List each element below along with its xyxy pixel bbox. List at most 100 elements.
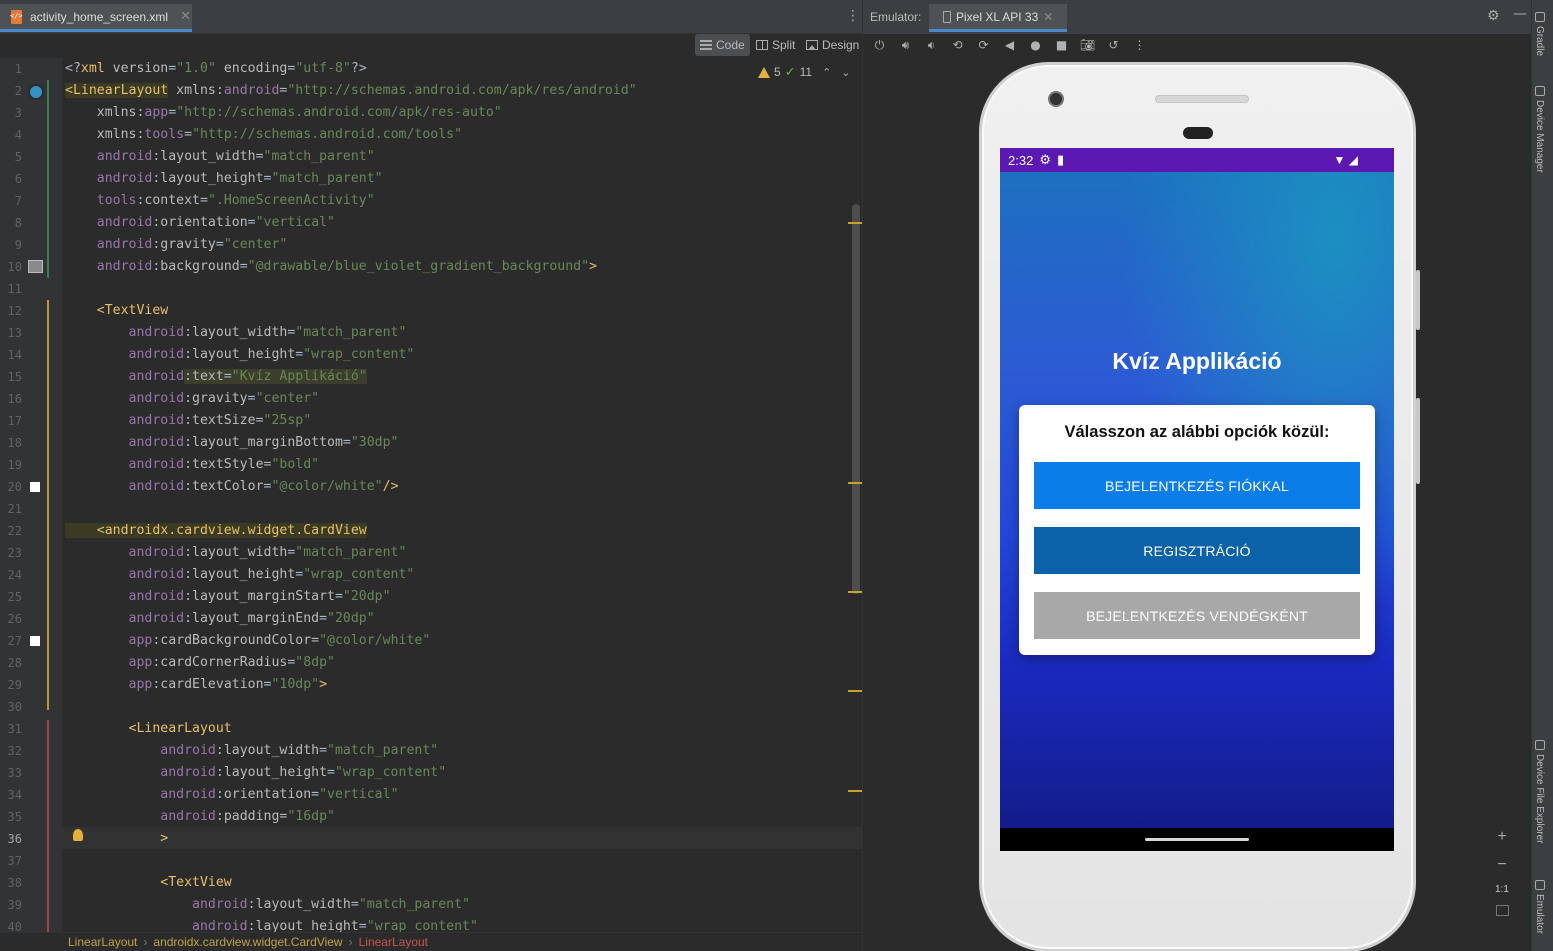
code-token: > bbox=[589, 259, 598, 274]
screenshot-icon[interactable]: 📷︎ bbox=[1079, 38, 1096, 52]
code-line: android:orientation="vertical" bbox=[65, 784, 398, 806]
code-token: : bbox=[215, 83, 224, 98]
gradle-tool-button[interactable]: Gradle bbox=[1534, 12, 1545, 56]
code-line: <androidx.cardview.widget.CardView bbox=[65, 520, 367, 542]
more-icon[interactable]: ⋮ bbox=[1131, 38, 1148, 52]
code-token: "match_parent" bbox=[327, 743, 439, 758]
warning-stripe[interactable] bbox=[848, 222, 862, 224]
code-token: : bbox=[215, 743, 224, 758]
gradle-label: Gradle bbox=[1534, 26, 1545, 57]
editor-scrollbar[interactable] bbox=[852, 204, 860, 594]
line-number: 20 bbox=[7, 480, 22, 494]
emulator-label: Emulator: bbox=[870, 10, 922, 24]
back-icon[interactable]: ◀ bbox=[1001, 38, 1018, 52]
editor-file-tab[interactable]: activity_home_screen.xml ✕ bbox=[0, 4, 192, 32]
volume-up-icon[interactable]: 🔊︎ bbox=[897, 38, 914, 53]
color-white-swatch-icon[interactable] bbox=[30, 482, 40, 492]
line-number: 12 bbox=[7, 304, 22, 318]
gesture-home-handle[interactable] bbox=[1145, 838, 1249, 841]
code-line: app:cardCornerRadius="8dp" bbox=[65, 652, 335, 674]
login-with-account-button[interactable]: BEJELENTKEZÉS FIÓKKAL bbox=[1034, 462, 1360, 509]
status-time: 2:32 bbox=[1008, 152, 1034, 168]
code-view-button[interactable]: Code bbox=[695, 34, 750, 56]
phone-side-button[interactable] bbox=[1416, 270, 1420, 330]
app-title: Kvíz Applikáció bbox=[1112, 348, 1282, 374]
device-file-explorer-tool-button[interactable]: Device File Explorer bbox=[1534, 740, 1545, 843]
emulator-toolbar: ⏻ 🔊︎ 🔉︎ ⟲ ⟳ ◀ ● ■ 📷︎ ↺ ⋮ bbox=[863, 34, 1532, 56]
close-device-tab-icon[interactable]: ✕ bbox=[1043, 10, 1053, 24]
overview-icon[interactable]: ■ bbox=[1053, 38, 1070, 52]
code-token: text bbox=[192, 369, 224, 384]
rotate-right-icon[interactable]: ⟳ bbox=[975, 38, 992, 52]
rotate-left-icon[interactable]: ⟲ bbox=[949, 38, 966, 52]
minimize-icon[interactable]: — bbox=[1513, 6, 1527, 22]
device-manager-tool-button[interactable]: Device Manager bbox=[1534, 86, 1545, 173]
device-tab[interactable]: Pixel XL API 33 ✕ bbox=[929, 4, 1068, 32]
chevron-down-icon[interactable]: ⌄ bbox=[841, 66, 850, 79]
emulator-icon bbox=[1534, 880, 1545, 890]
warning-stripe[interactable] bbox=[848, 790, 862, 792]
code-token: "20dp" bbox=[327, 611, 375, 626]
code-token: android bbox=[65, 765, 216, 780]
snapshot-icon[interactable]: ↺ bbox=[1105, 38, 1122, 52]
zoom-fit-icon[interactable] bbox=[1495, 905, 1509, 916]
line-number: 39 bbox=[7, 898, 22, 912]
chevron-up-icon[interactable]: ⌃ bbox=[822, 66, 831, 79]
code-token: "match_parent" bbox=[295, 325, 407, 340]
split-view-button[interactable]: Split bbox=[751, 34, 800, 56]
line-number: 16 bbox=[7, 392, 22, 406]
code-token: "wrap_content" bbox=[366, 919, 478, 932]
volume-down-icon[interactable]: 🔉︎ bbox=[923, 38, 940, 53]
code-token: > bbox=[319, 677, 328, 692]
device-screen[interactable]: 2:32 ⚙ ▮ ▼ ◢ Kvíz Applikáció Válasszon a… bbox=[1000, 148, 1394, 851]
design-view-button[interactable]: Design bbox=[801, 34, 864, 56]
code-token: background bbox=[160, 259, 240, 274]
file-tab-label: activity_home_screen.xml bbox=[30, 9, 169, 24]
code-view-label: Code bbox=[716, 38, 745, 52]
activity-context-icon[interactable] bbox=[28, 84, 44, 100]
warning-stripe[interactable] bbox=[848, 591, 862, 593]
warning-stripe[interactable] bbox=[848, 690, 862, 692]
breadcrumb-item[interactable]: androidx.cardview.widget.CardView bbox=[153, 935, 342, 949]
drawable-preview-icon[interactable] bbox=[28, 260, 43, 273]
zoom-out-button[interactable]: − bbox=[1497, 856, 1506, 874]
line-number: 33 bbox=[7, 766, 22, 780]
gear-icon[interactable]: ⚙ bbox=[1487, 8, 1500, 24]
close-tab-icon[interactable]: ✕ bbox=[180, 9, 191, 24]
code-token: gravity bbox=[160, 237, 216, 252]
line-number: 14 bbox=[7, 348, 22, 362]
emulator-tool-button[interactable]: Emulator bbox=[1534, 880, 1545, 934]
guest-login-button[interactable]: BEJELENTKEZÉS VENDÉGKÉNT bbox=[1034, 592, 1360, 639]
code-token: "center" bbox=[223, 237, 288, 252]
code-token: cardCornerRadius bbox=[160, 655, 288, 670]
code-line: android:layout_marginStart="20dp" bbox=[65, 586, 391, 608]
phone-side-button[interactable] bbox=[1416, 398, 1420, 484]
power-icon[interactable]: ⏻ bbox=[871, 38, 888, 53]
register-button[interactable]: REGISZTRÁCIÓ bbox=[1034, 527, 1360, 574]
wifi-icon: ▼ bbox=[1333, 153, 1346, 167]
code-token: "wrap_content" bbox=[334, 765, 447, 780]
breadcrumb-item[interactable]: LinearLayout bbox=[359, 935, 428, 949]
inspection-widget[interactable]: 5 ✓ 11 ⌃ ⌄ bbox=[758, 64, 851, 80]
code-token: "http://schemas.android.com/tools" bbox=[192, 127, 463, 142]
warning-stripe[interactable] bbox=[848, 482, 862, 484]
line-number: 13 bbox=[7, 326, 22, 340]
zoom-actual-size-button[interactable]: 1:1 bbox=[1495, 884, 1509, 895]
breadcrumb-item[interactable]: LinearLayout bbox=[68, 935, 137, 949]
code-token: tools bbox=[65, 193, 137, 208]
home-icon[interactable]: ● bbox=[1027, 38, 1044, 52]
code-text-area[interactable]: <?xml version="1.0" encoding="utf-8"?> <L… bbox=[62, 58, 852, 932]
color-white-swatch-icon[interactable] bbox=[30, 636, 40, 646]
tab-options-icon[interactable]: ⋮ bbox=[846, 8, 860, 24]
zoom-in-button[interactable]: + bbox=[1497, 828, 1506, 846]
code-token: "match_parent" bbox=[263, 149, 375, 164]
code-token: cardElevation bbox=[160, 677, 264, 692]
code-line: android:layout_height="wrap_content" bbox=[65, 344, 415, 366]
code-token: = bbox=[334, 589, 343, 604]
code-token: "bold" bbox=[271, 457, 320, 472]
split-view-label: Split bbox=[772, 38, 796, 52]
device-tab-label: Pixel XL API 33 bbox=[956, 9, 1039, 24]
code-line: android:layout_height="wrap_content" bbox=[65, 762, 446, 784]
sd-card-icon: ▮ bbox=[1056, 152, 1065, 167]
card-heading: Válasszon az alábbi opciók közül: bbox=[1064, 423, 1330, 441]
